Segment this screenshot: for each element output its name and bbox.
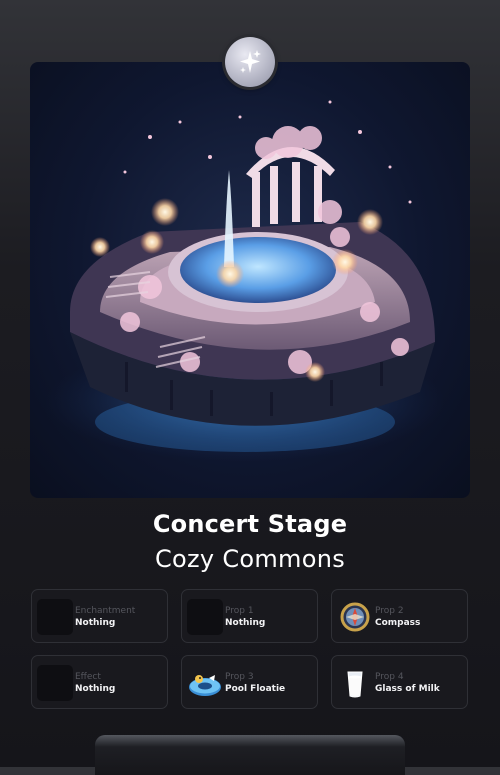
stage-artwork [30,62,470,498]
sparkles-badge [225,37,275,87]
slot-label: Prop 4 [375,672,404,682]
slot-value: Nothing [75,684,116,694]
sparkles-icon [240,50,261,73]
slot-value: Nothing [75,618,116,628]
slot-prop-3[interactable]: Prop 3 Pool Floatie [181,655,318,709]
slot-value: Glass of Milk [375,684,440,694]
empty-slot-icon [37,599,73,635]
slot-effect[interactable]: Effect Nothing [31,655,168,709]
floating-island-illustration [45,100,445,462]
empty-slot-icon [187,599,223,635]
item-title: Concert Stage [152,510,348,538]
pool-floatie-icon [187,665,223,701]
slot-prop-4[interactable]: Prop 4 Glass of Milk [331,655,468,709]
equipment-slots: Enchantment Nothing Prop 1 Nothing Prop … [31,589,469,711]
slot-enchantment[interactable]: Enchantment Nothing [31,589,168,643]
slot-prop-1[interactable]: Prop 1 Nothing [181,589,318,643]
slot-prop-2[interactable]: Prop 2 Compass [331,589,468,643]
slot-label: Effect [75,672,101,682]
glass-of-milk-icon [337,665,373,701]
slot-value: Nothing [225,618,266,628]
bottom-action-bar[interactable] [95,735,405,775]
slot-value: Pool Floatie [225,684,286,694]
compass-icon [337,599,373,635]
item-collection: Cozy Commons [154,545,346,573]
slot-value: Compass [375,618,421,628]
slot-label: Prop 3 [225,672,254,682]
slot-label: Enchantment [75,606,136,616]
slot-label: Prop 1 [225,606,254,616]
slot-label: Prop 2 [375,606,404,616]
empty-slot-icon [37,665,73,701]
